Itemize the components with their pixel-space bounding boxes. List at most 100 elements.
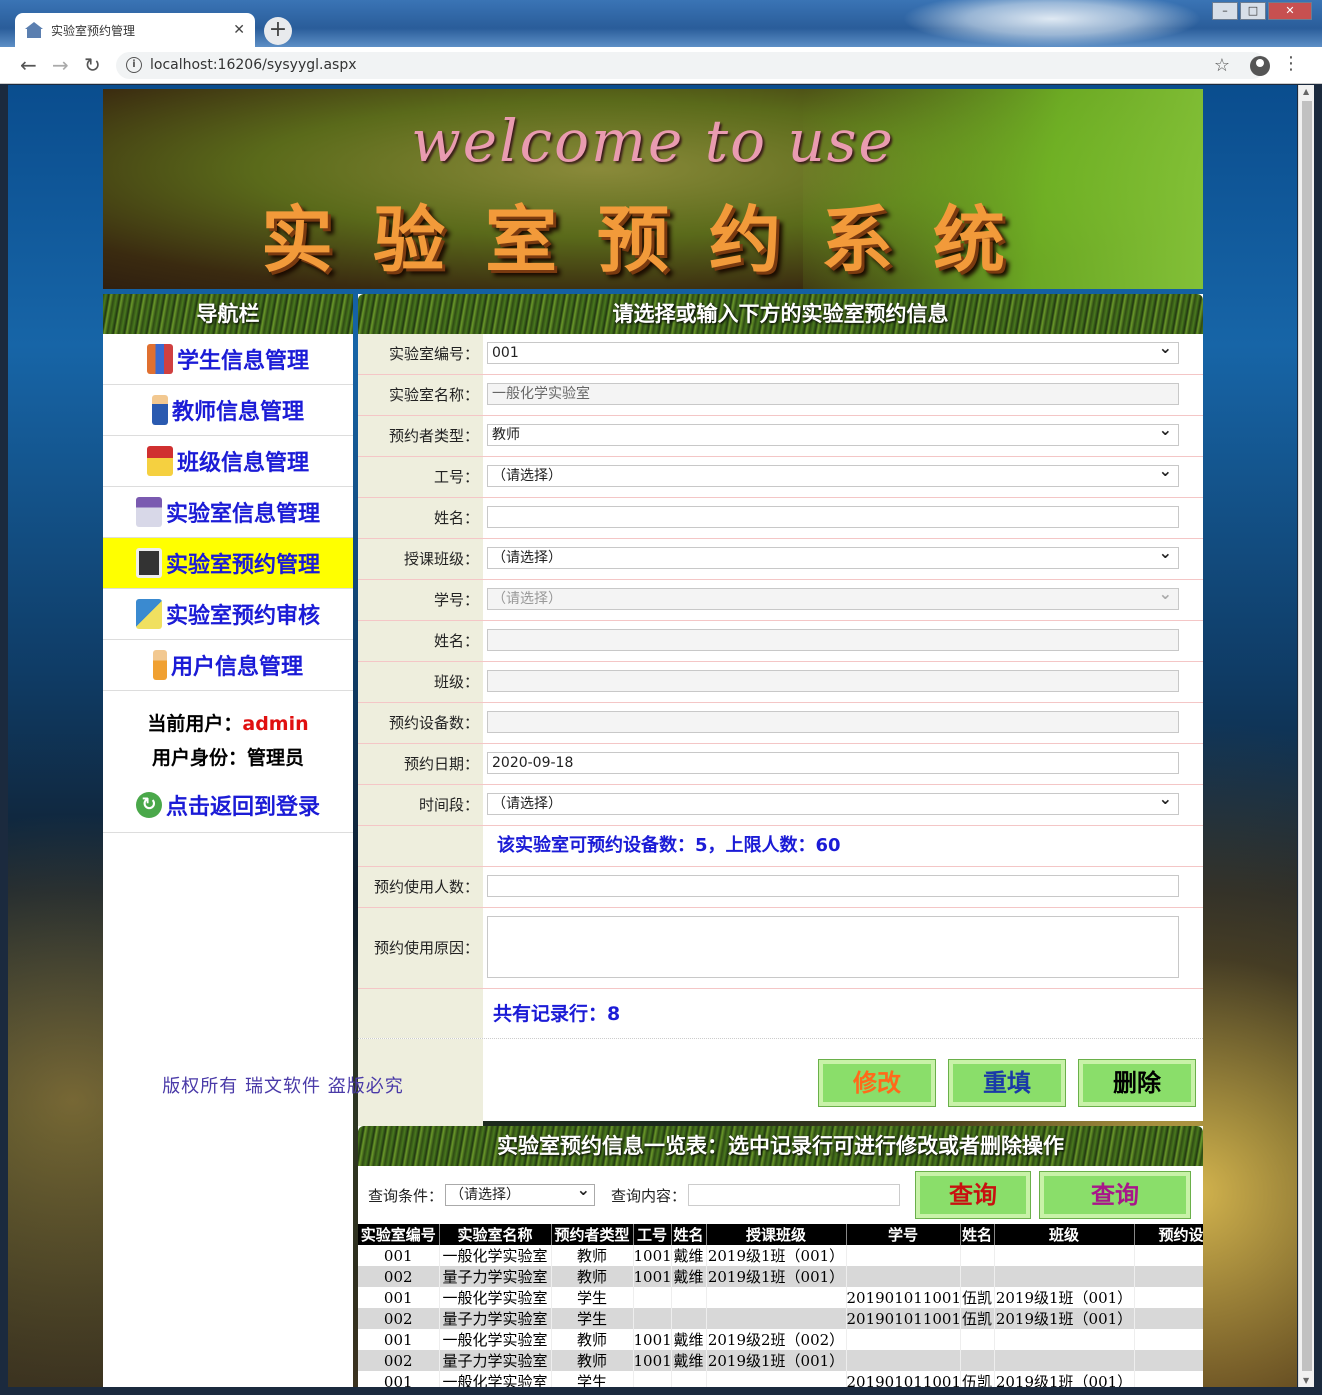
- table-body: 001 一般化学实验室 教师 1001 戴维 2019级1班（001） 002 量子力学实验室…: [358, 1245, 1203, 1387]
- table-cell: 2019级1班（001）: [994, 1371, 1135, 1387]
- table-cell: 量子力学实验室: [439, 1350, 552, 1371]
- table-cell: [960, 1350, 995, 1371]
- column-header[interactable]: 工号: [633, 1224, 672, 1245]
- table-row[interactable]: 002 量子力学实验室 教师 1001 戴维 2019级1班（001）: [358, 1350, 1203, 1371]
- sidebar-item-booking[interactable]: 实验室预约管理: [103, 538, 353, 589]
- query-button[interactable]: 查询: [916, 1172, 1031, 1218]
- class-field: [487, 670, 1179, 692]
- column-header[interactable]: 授课班级: [706, 1224, 847, 1245]
- sidebar-item-teacher[interactable]: 教师信息管理: [103, 385, 353, 436]
- table-cell: 3: [1134, 1308, 1203, 1329]
- account-icon[interactable]: [1250, 56, 1270, 76]
- column-header[interactable]: 姓名: [671, 1224, 707, 1245]
- scroll-up-icon[interactable]: ▲: [1303, 87, 1309, 96]
- table-row[interactable]: 001 一般化学实验室 教师 1001 戴维 2019级2班（002）: [358, 1329, 1203, 1350]
- table-row[interactable]: 002量子力学实验室学生 201901011001伍凯2019级1班（001）3: [358, 1308, 1203, 1329]
- emp-no-label: 工号：: [358, 457, 483, 497]
- tab-close-icon[interactable]: ✕: [233, 22, 245, 38]
- current-user-name: admin: [242, 713, 309, 735]
- lab-no-label: 实验室编号：: [358, 334, 483, 374]
- minimize-button[interactable]: –: [1212, 2, 1238, 20]
- student-name-label: 姓名：: [358, 621, 483, 661]
- column-header[interactable]: 班级: [994, 1224, 1135, 1245]
- sidebar-item-label: 实验室预约管理: [165, 553, 320, 578]
- table-cell: 2019级1班（001）: [994, 1308, 1135, 1329]
- table-cell: [846, 1245, 961, 1266]
- query-content-input[interactable]: [688, 1184, 901, 1206]
- lab-name-field: 一般化学实验室: [487, 383, 1179, 405]
- refresh-icon: ↻: [135, 792, 162, 818]
- url-input[interactable]: i localhost:16206/sysyygl.aspx ☆: [116, 52, 1266, 79]
- teach-class-select[interactable]: （请选择）: [487, 543, 1179, 569]
- column-header[interactable]: 姓名: [960, 1224, 995, 1245]
- maximize-button[interactable]: □: [1240, 2, 1266, 20]
- student-name-field: [487, 629, 1179, 651]
- table-cell: 学生: [551, 1371, 634, 1387]
- date-field[interactable]: 2020-09-18: [487, 752, 1179, 774]
- vertical-scrollbar[interactable]: ▲ ▼: [1298, 85, 1314, 1387]
- table-row[interactable]: 001一般化学实验室学生 201901011001伍凯2019级1班（001）1: [358, 1287, 1203, 1308]
- sidebar-item-student[interactable]: 学生信息管理: [103, 334, 353, 385]
- delete-button[interactable]: 删除: [1079, 1059, 1195, 1106]
- column-header[interactable]: 预约者类型: [551, 1224, 634, 1245]
- info-label-spacer: [358, 826, 483, 866]
- role-label: 用户身份：: [151, 747, 247, 769]
- address-bar: ← → ↻ i localhost:16206/sysyygl.aspx ☆ ⋮: [0, 47, 1322, 84]
- column-header[interactable]: 实验室名称: [439, 1224, 552, 1245]
- table-cell: 2019级1班（001）: [706, 1266, 847, 1287]
- modify-button[interactable]: 修改: [819, 1059, 935, 1106]
- reason-textarea[interactable]: [487, 916, 1179, 978]
- table-cell: [960, 1329, 995, 1350]
- sidebar-item-lab[interactable]: 实验室信息管理: [103, 487, 353, 538]
- query-condition-select[interactable]: （请选择）: [445, 1180, 596, 1206]
- time-slot-select[interactable]: （请选择）: [487, 789, 1179, 815]
- lab-no-select[interactable]: 001: [487, 338, 1179, 364]
- sidebar-item-user[interactable]: 用户信息管理: [103, 640, 353, 691]
- table-cell: 001: [358, 1371, 440, 1387]
- logout-link[interactable]: ↻ 点击返回到登录: [103, 789, 353, 821]
- table-cell: [706, 1287, 847, 1308]
- table-cell: 学生: [551, 1308, 634, 1329]
- reset-button[interactable]: 重填: [949, 1059, 1065, 1106]
- browser-tab[interactable]: 实验室预约管理 ✕: [15, 13, 255, 47]
- date-label: 预约日期：: [358, 744, 483, 784]
- table-cell: -1: [1134, 1266, 1203, 1287]
- column-header[interactable]: 预约设备数: [1134, 1224, 1203, 1245]
- teacher-name-field[interactable]: [487, 506, 1179, 528]
- sidebar-item-label: 实验室信息管理: [165, 502, 320, 527]
- booker-type-label: 预约者类型：: [358, 416, 483, 456]
- booker-type-select[interactable]: 教师: [487, 420, 1179, 446]
- scroll-down-icon[interactable]: ▼: [1303, 1376, 1309, 1385]
- bookmark-star-icon[interactable]: ☆: [1214, 52, 1230, 79]
- window-close-button[interactable]: ✕: [1268, 2, 1312, 20]
- column-header[interactable]: 实验室编号: [358, 1224, 440, 1245]
- table-cell: 教师: [551, 1245, 634, 1266]
- sidebar-item-class[interactable]: 班级信息管理: [103, 436, 353, 487]
- forward-icon[interactable]: →: [52, 53, 69, 77]
- reload-icon[interactable]: ↻: [84, 53, 101, 77]
- back-icon[interactable]: ←: [20, 53, 37, 77]
- logout-label: 点击返回到登录: [165, 795, 320, 820]
- table-cell: 一般化学实验室: [439, 1245, 552, 1266]
- query-all-button[interactable]: 查询: [1040, 1172, 1191, 1218]
- reason-label: 预约使用原因：: [358, 908, 483, 988]
- table-cell: [633, 1287, 672, 1308]
- table-row[interactable]: 001 一般化学实验室 教师 1001 戴维 2019级1班（001）: [358, 1245, 1203, 1266]
- teach-class-label: 授课班级：: [358, 539, 483, 579]
- table-cell: 伍凯: [960, 1287, 995, 1308]
- sidebar-item-review[interactable]: 实验室预约审核: [103, 589, 353, 640]
- scroll-thumb[interactable]: [1302, 101, 1312, 1371]
- emp-no-select[interactable]: （请选择）: [487, 461, 1179, 487]
- column-header[interactable]: 学号: [846, 1224, 961, 1245]
- table-cell: 002: [358, 1266, 440, 1287]
- table-cell: [994, 1266, 1135, 1287]
- new-tab-button[interactable]: +: [264, 17, 292, 45]
- table-cell: 教师: [551, 1329, 634, 1350]
- table-row[interactable]: 001一般化学实验室学生 201901011001伍凯2019级1班（001）3: [358, 1371, 1203, 1387]
- people-field[interactable]: [487, 875, 1179, 897]
- menu-icon[interactable]: ⋮: [1282, 53, 1300, 74]
- table-cell: [1134, 1245, 1203, 1266]
- home-icon: [25, 22, 43, 38]
- table-row[interactable]: 002量子力学实验室教师1001戴维2019级1班（001） -1: [358, 1266, 1203, 1287]
- info-icon[interactable]: i: [126, 57, 142, 73]
